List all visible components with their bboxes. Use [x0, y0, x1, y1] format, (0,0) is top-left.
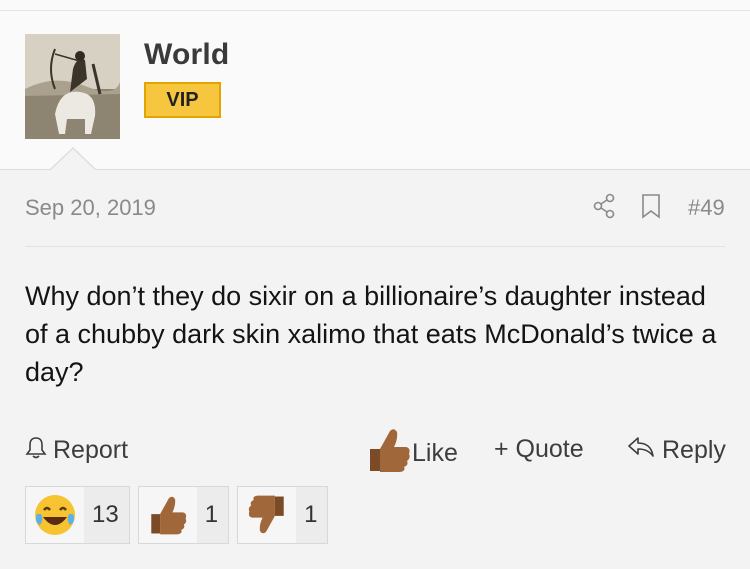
like-button[interactable]: Like [366, 425, 458, 482]
separator [25, 246, 725, 247]
reaction-count: 1 [304, 501, 318, 528]
username[interactable]: World [144, 38, 229, 72]
reaction-count: 1 [204, 501, 219, 528]
share-icon[interactable] [592, 193, 616, 224]
quote-button[interactable]: + Quote [494, 435, 584, 464]
divider [0, 169, 750, 170]
reaction-count: 13 [92, 501, 119, 528]
report-label: Report [53, 436, 129, 464]
report-button[interactable]: Report [25, 435, 128, 466]
reply-label: Reply [662, 436, 726, 464]
user-info-block: World VIP [0, 11, 750, 169]
reaction-summary: 13 1 1 [25, 486, 329, 544]
post-number[interactable]: #49 [688, 195, 725, 221]
pointer-arrow-fill [51, 149, 95, 170]
bookmark-icon[interactable] [641, 193, 661, 224]
reply-arrow-icon [626, 435, 656, 466]
post-message: Why don’t they do sixir on a billionaire… [25, 281, 717, 387]
thumbs-up-icon [366, 425, 412, 482]
post-date[interactable]: Sep 20, 2019 [25, 195, 156, 221]
reaction-dislike[interactable]: 1 [237, 486, 329, 544]
reply-button[interactable]: Reply [626, 435, 726, 466]
bell-icon [25, 435, 47, 466]
laughing-tears-emoji-icon [26, 487, 84, 543]
reaction-like[interactable]: 1 [137, 486, 230, 544]
avatar[interactable] [25, 34, 120, 139]
reaction-laugh[interactable]: 13 [25, 486, 130, 544]
vip-badge: VIP [144, 82, 221, 118]
like-label: Like [412, 439, 458, 467]
thumbs-down-emoji-icon [238, 487, 297, 543]
thumbs-up-emoji-icon [138, 487, 197, 543]
